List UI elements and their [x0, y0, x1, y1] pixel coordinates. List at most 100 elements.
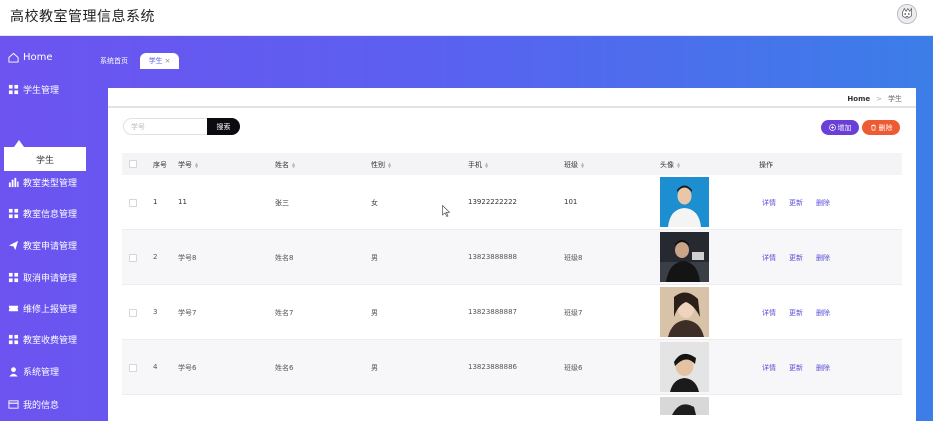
sidebar-item-home[interactable]: Home — [8, 48, 53, 66]
column-header-name[interactable]: 姓名 ▲ ▼ — [275, 160, 295, 170]
grid-icon — [8, 272, 19, 283]
column-header-student-no[interactable]: 学号 ▲ ▼ — [178, 160, 198, 170]
row-checkbox[interactable] — [129, 254, 137, 262]
student-photo — [660, 397, 709, 415]
breadcrumb-home[interactable]: Home — [847, 95, 870, 103]
sidebar-item-label: 取消申请管理 — [23, 273, 78, 284]
main-panel: Home > 学生 搜索 增加 删除 序号 学号▲▼ 姓名▲▼ 性别▲▼ 手机▲… — [108, 88, 916, 421]
detail-link[interactable]: 详情 — [762, 253, 776, 263]
sort-icon: ▲ ▼ — [292, 161, 296, 169]
sidebar-item-my-info[interactable]: 我的信息 — [8, 395, 59, 413]
detail-link[interactable]: 详情 — [762, 198, 776, 208]
search-button[interactable]: 搜索 — [207, 118, 240, 135]
column-header-class[interactable]: 班级 ▲ ▼ — [564, 160, 584, 170]
table-row: 2 学号8 姓名8 男 13823888888 班级8 详情 更新 删除 — [122, 230, 902, 285]
update-link[interactable]: 更新 — [789, 198, 803, 208]
tab-system-home[interactable]: 系统首页 — [100, 53, 128, 69]
cell-class: 101 — [564, 198, 578, 206]
ticket-icon — [8, 303, 19, 314]
delete-link[interactable]: 删除 — [816, 308, 830, 318]
cell-student-no: 学号6 — [178, 364, 197, 372]
delete-link[interactable]: 删除 — [816, 253, 830, 263]
user-avatar[interactable] — [897, 4, 917, 24]
sidebar-item-label: 学生管理 — [23, 85, 60, 96]
row-checkbox[interactable] — [129, 364, 137, 372]
sidebar-item-repair-reports[interactable]: 维修上报管理 — [8, 299, 77, 317]
avatar-icon — [898, 5, 916, 23]
cell-phone: 13823888888 — [468, 253, 517, 261]
delete-button[interactable]: 删除 — [862, 120, 900, 135]
search-input[interactable] — [123, 118, 207, 135]
monitor-icon — [8, 146, 19, 157]
cell-index: 2 — [153, 253, 158, 261]
close-icon[interactable]: × — [165, 57, 171, 65]
cell-phone: 13823888887 — [468, 308, 517, 316]
sidebar-item-room-requests[interactable]: 教室申请管理 — [8, 236, 77, 254]
student-photo-image — [660, 287, 709, 337]
sidebar-item-room-fees[interactable]: 教室收费管理 — [8, 330, 77, 348]
tab-label: 学生 — [148, 57, 163, 65]
breadcrumb: Home > 学生 — [847, 94, 902, 104]
student-table: 序号 学号 ▲ ▼ 姓名 ▲ ▼ 性别 ▲ ▼ 手机 ▲ ▼ 班级 ▲ ▼ 头像 ▲ ▼ 操作 1 11… — [122, 153, 902, 415]
table-row: 4 学号6 姓名6 男 13823888886 班级6 详情 更新 删除 — [122, 340, 902, 395]
cell-phone: 13823888886 — [468, 363, 517, 371]
student-photo — [660, 342, 709, 392]
delete-link[interactable]: 删除 — [816, 198, 830, 208]
mouse-cursor-icon — [442, 205, 450, 217]
sidebar-item-label: 教室类型管理 — [23, 178, 78, 189]
breadcrumb-current: 学生 — [888, 95, 902, 103]
delete-link[interactable]: 删除 — [816, 363, 830, 373]
home-icon — [8, 52, 19, 63]
sidebar-item-room-types[interactable]: 教室类型管理 — [8, 173, 77, 191]
sidebar-item-label: 教室申请管理 — [23, 241, 78, 252]
app-title: 高校教室管理信息系统 — [10, 9, 155, 25]
bar-chart-icon — [8, 177, 19, 188]
update-link[interactable]: 更新 — [789, 253, 803, 263]
tab-student[interactable]: 学生 × — [140, 53, 179, 69]
user-icon — [8, 366, 19, 377]
cell-gender: 男 — [371, 309, 378, 317]
trash-icon — [870, 124, 877, 131]
add-button[interactable]: 增加 — [821, 120, 859, 135]
sidebar: Home 学生管理 学生 教师管理 教室类型管理 教室信息管理 教室申请管理 取… — [0, 36, 95, 421]
detail-link[interactable]: 详情 — [762, 308, 776, 318]
sidebar-item-label: 教室收费管理 — [23, 335, 78, 346]
column-header-label: 头像 — [660, 161, 674, 169]
table-header: 序号 学号 ▲ ▼ 姓名 ▲ ▼ 性别 ▲ ▼ 手机 ▲ ▼ 班级 ▲ ▼ 头像 ▲ ▼ 操作 — [122, 153, 902, 175]
row-checkbox[interactable] — [129, 199, 137, 207]
card-icon — [8, 399, 19, 410]
student-photo — [660, 177, 709, 227]
grid-icon — [8, 208, 19, 219]
cell-student-no: 11 — [178, 198, 187, 206]
sidebar-item-teachers[interactable]: 教师管理 — [8, 142, 59, 160]
cell-gender: 男 — [371, 364, 378, 372]
column-header-label: 手机 — [468, 161, 482, 169]
cell-name: 姓名6 — [275, 364, 294, 372]
table-row: 1 11 张三 女 13922222222 101 详情 更新 删除 — [122, 175, 902, 230]
cell-student-no: 学号7 — [178, 309, 197, 317]
column-header-phone[interactable]: 手机 ▲ ▼ — [468, 160, 488, 170]
breadcrumb-bar: Home > 学生 — [108, 88, 916, 108]
column-header-photo[interactable]: 头像 ▲ ▼ — [660, 160, 680, 170]
cell-class: 班级6 — [564, 364, 583, 372]
column-header-label: 班级 — [564, 161, 578, 169]
cell-class: 班级7 — [564, 309, 583, 317]
send-icon — [8, 240, 19, 251]
sidebar-item-label: 我的信息 — [23, 400, 60, 411]
sidebar-item-label: 教师管理 — [23, 147, 60, 158]
cell-class: 班级8 — [564, 254, 583, 262]
sidebar-item-cancel-requests[interactable]: 取消申请管理 — [8, 268, 77, 286]
update-link[interactable]: 更新 — [789, 363, 803, 373]
sidebar-item-room-info[interactable]: 教室信息管理 — [8, 204, 77, 222]
column-header-gender[interactable]: 性别 ▲ ▼ — [371, 160, 391, 170]
update-link[interactable]: 更新 — [789, 308, 803, 318]
breadcrumb-separator: > — [876, 95, 882, 103]
detail-link[interactable]: 详情 — [762, 363, 776, 373]
sidebar-item-system[interactable]: 系统管理 — [8, 362, 59, 380]
row-checkbox[interactable] — [129, 309, 137, 317]
select-all-checkbox[interactable] — [129, 160, 137, 168]
cell-name: 姓名8 — [275, 254, 294, 262]
cell-name: 张三 — [275, 199, 289, 207]
grid-icon — [8, 334, 19, 345]
sidebar-item-students[interactable]: 学生管理 — [8, 80, 59, 98]
